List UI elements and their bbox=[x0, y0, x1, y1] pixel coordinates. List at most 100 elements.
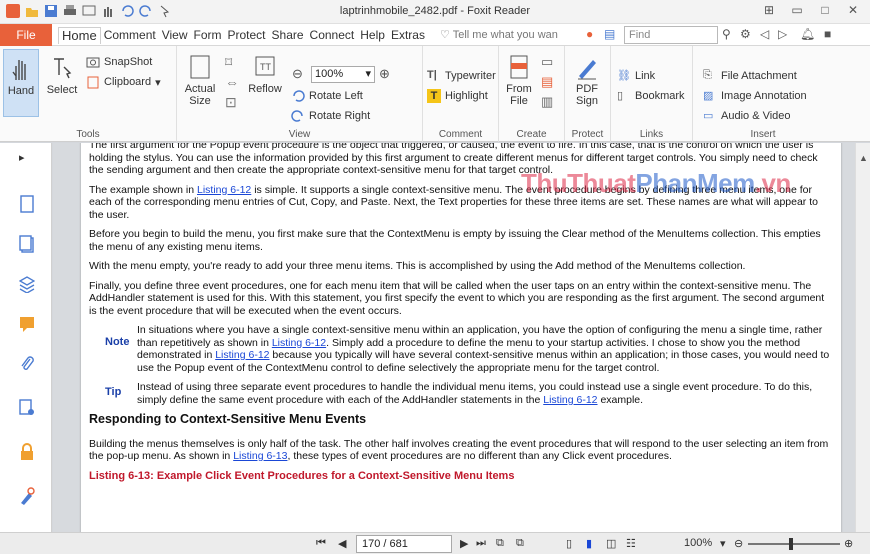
find-options-icon[interactable]: ▤ bbox=[604, 27, 615, 41]
comment-group-label: Comment bbox=[438, 129, 483, 140]
tab-home[interactable]: Home bbox=[58, 27, 101, 44]
listing-link[interactable]: Listing 6-12 bbox=[543, 394, 597, 406]
tab-comment[interactable]: Comment bbox=[101, 27, 159, 44]
blank-page-icon[interactable]: ▭ bbox=[541, 54, 553, 70]
reflow-button[interactable]: TT Reflow bbox=[245, 54, 285, 95]
text-run: The example shown in bbox=[89, 183, 197, 196]
listing-link[interactable]: Listing 6-12 bbox=[197, 184, 251, 196]
pdf-page: The first argument for the Popup event p… bbox=[81, 143, 841, 532]
zoom-out-small-icon[interactable]: ⊖ bbox=[734, 537, 743, 550]
forward-icon[interactable]: ▷ bbox=[778, 27, 787, 41]
zoom-in-icon[interactable]: ⊕ bbox=[379, 66, 390, 82]
tab-form[interactable]: Form bbox=[191, 27, 225, 44]
signatures-icon[interactable] bbox=[19, 399, 35, 417]
previous-view-icon[interactable]: ⧉ bbox=[496, 537, 504, 550]
next-page-icon[interactable]: ▶ bbox=[460, 537, 468, 550]
lightbulb-icon: ♡ bbox=[440, 29, 450, 41]
search-icon[interactable]: ⚲ bbox=[722, 27, 731, 41]
zoom-dropdown-icon[interactable]: ▾ bbox=[720, 537, 726, 550]
tab-view[interactable]: View bbox=[159, 27, 191, 44]
image-annotation-button[interactable]: ▨ Image Annotation bbox=[703, 88, 807, 104]
pages-icon[interactable] bbox=[19, 235, 35, 253]
last-page-icon[interactable]: ⏭ bbox=[476, 537, 486, 550]
search-user-icon[interactable] bbox=[19, 487, 35, 505]
snapshot-button[interactable]: SnapShot bbox=[86, 54, 152, 70]
scroll-up-arrow-icon[interactable]: ▲ bbox=[859, 153, 868, 163]
typewriter-button[interactable]: T| Typewriter bbox=[427, 68, 496, 84]
expand-panel-icon[interactable]: ▸ bbox=[19, 151, 35, 169]
fit-width-icon[interactable]: ⇔ bbox=[225, 74, 239, 90]
zoom-in-small-icon[interactable]: ⊕ bbox=[844, 537, 853, 550]
actual-size-label-2: Size bbox=[189, 95, 211, 107]
layout-icon[interactable]: ⊞ bbox=[756, 3, 782, 17]
highlight-button[interactable]: T Highlight bbox=[427, 88, 488, 104]
select-button[interactable]: Select bbox=[44, 55, 80, 96]
clipboard-button[interactable]: Clipboard ▾ bbox=[86, 74, 161, 90]
continuous-page-icon[interactable]: ▮ bbox=[586, 537, 592, 550]
zoom-out-icon[interactable]: ⊖ bbox=[292, 66, 303, 82]
pdf-sign-button[interactable]: PDF Sign bbox=[571, 54, 603, 107]
layers-icon[interactable] bbox=[19, 275, 35, 293]
menu-bar: File Home Comment View Form Protect Shar… bbox=[0, 24, 870, 46]
file-menu[interactable]: File bbox=[0, 24, 52, 46]
listing-link[interactable]: Listing 6-12 bbox=[272, 337, 326, 349]
window-title: laptrinhmobile_2482.pdf - Foxit Reader bbox=[339, 5, 531, 17]
tab-share[interactable]: Share bbox=[269, 27, 307, 44]
link-label: Link bbox=[635, 70, 656, 82]
notification-icon[interactable]: ● bbox=[586, 27, 593, 41]
insert-group: ⎘ File Attachment ▨ Image Annotation ▭ A… bbox=[693, 46, 833, 142]
hand-button[interactable]: Hand bbox=[3, 49, 39, 117]
insert-group-label: Insert bbox=[750, 129, 776, 140]
from-file-button[interactable]: From File bbox=[503, 54, 535, 107]
continuous-facing-icon[interactable]: ☷ bbox=[626, 537, 636, 550]
listing-link[interactable]: Listing 6-13 bbox=[233, 450, 287, 462]
comments-icon[interactable] bbox=[19, 315, 35, 333]
page-number-input[interactable]: 170 / 681 bbox=[356, 535, 452, 553]
bookmark-button[interactable]: ▯ Bookmark bbox=[617, 88, 685, 104]
actual-size-button[interactable]: Actual Size bbox=[183, 54, 217, 107]
document-view[interactable]: The first argument for the Popup event p… bbox=[53, 143, 855, 532]
single-page-icon[interactable]: ▯ bbox=[566, 537, 572, 550]
facing-pages-icon[interactable]: ◫ bbox=[606, 537, 616, 550]
zoom-slider[interactable] bbox=[748, 543, 840, 545]
rotate-right-button[interactable]: Rotate Right bbox=[291, 108, 370, 124]
find-input[interactable]: Find bbox=[624, 26, 718, 44]
gear-icon[interactable]: ⚙ bbox=[740, 27, 751, 41]
tell-me-box[interactable]: ♡ Tell me what you wan bbox=[440, 28, 558, 41]
bookmarks-icon[interactable] bbox=[19, 195, 35, 213]
first-page-icon[interactable]: ⏮ bbox=[316, 537, 326, 550]
lock-icon[interactable] bbox=[19, 443, 35, 461]
link-button[interactable]: ⛓ Link bbox=[617, 68, 655, 84]
next-view-icon[interactable]: ⧉ bbox=[516, 537, 524, 550]
zoom-slider-thumb[interactable] bbox=[789, 538, 793, 550]
attachments-icon[interactable] bbox=[19, 355, 35, 373]
tab-connect[interactable]: Connect bbox=[307, 27, 358, 44]
vertical-scrollbar[interactable]: ▲ bbox=[855, 143, 870, 532]
user-icon[interactable]: ■ bbox=[824, 27, 831, 41]
fit-visible-icon[interactable]: ⊡ bbox=[225, 94, 237, 111]
snapshot-label: SnapShot bbox=[104, 56, 153, 68]
clipboard-create-icon[interactable]: ▥ bbox=[541, 94, 553, 110]
rotate-right-icon bbox=[291, 109, 305, 123]
links-group: ⛓ Link ▯ Bookmark Links bbox=[611, 46, 693, 142]
bell-icon[interactable]: 🔔︎ bbox=[800, 27, 815, 41]
tab-protect[interactable]: Protect bbox=[225, 27, 269, 44]
paragraph: Before you begin to build the menu, you … bbox=[89, 228, 821, 253]
previous-page-icon[interactable]: ◀ bbox=[338, 537, 346, 550]
tab-help[interactable]: Help bbox=[357, 27, 388, 44]
scanner-icon[interactable]: ▤ bbox=[541, 74, 553, 90]
fit-page-icon[interactable]: ⌑ bbox=[225, 54, 232, 71]
paragraph: Finally, you define three event procedur… bbox=[89, 279, 825, 317]
tab-extras[interactable]: Extras bbox=[388, 27, 428, 44]
close-button[interactable]: ✕ bbox=[840, 3, 866, 17]
file-attachment-button[interactable]: ⎘ File Attachment bbox=[703, 68, 797, 84]
rotate-left-button[interactable]: Rotate Left bbox=[291, 88, 363, 104]
maximize-button[interactable]: □ bbox=[812, 3, 838, 17]
listing-link[interactable]: Listing 6-12 bbox=[215, 349, 269, 361]
text-run: Instead of using three separate event pr… bbox=[137, 381, 813, 406]
back-icon[interactable]: ◁ bbox=[760, 27, 769, 41]
audio-video-button[interactable]: ▭ Audio & Video bbox=[703, 108, 791, 124]
zoom-select[interactable]: 100% ▾ bbox=[311, 66, 375, 83]
minimize-button[interactable]: ▭ bbox=[784, 3, 810, 17]
paragraph: With the menu empty, you're ready to add… bbox=[89, 260, 746, 272]
